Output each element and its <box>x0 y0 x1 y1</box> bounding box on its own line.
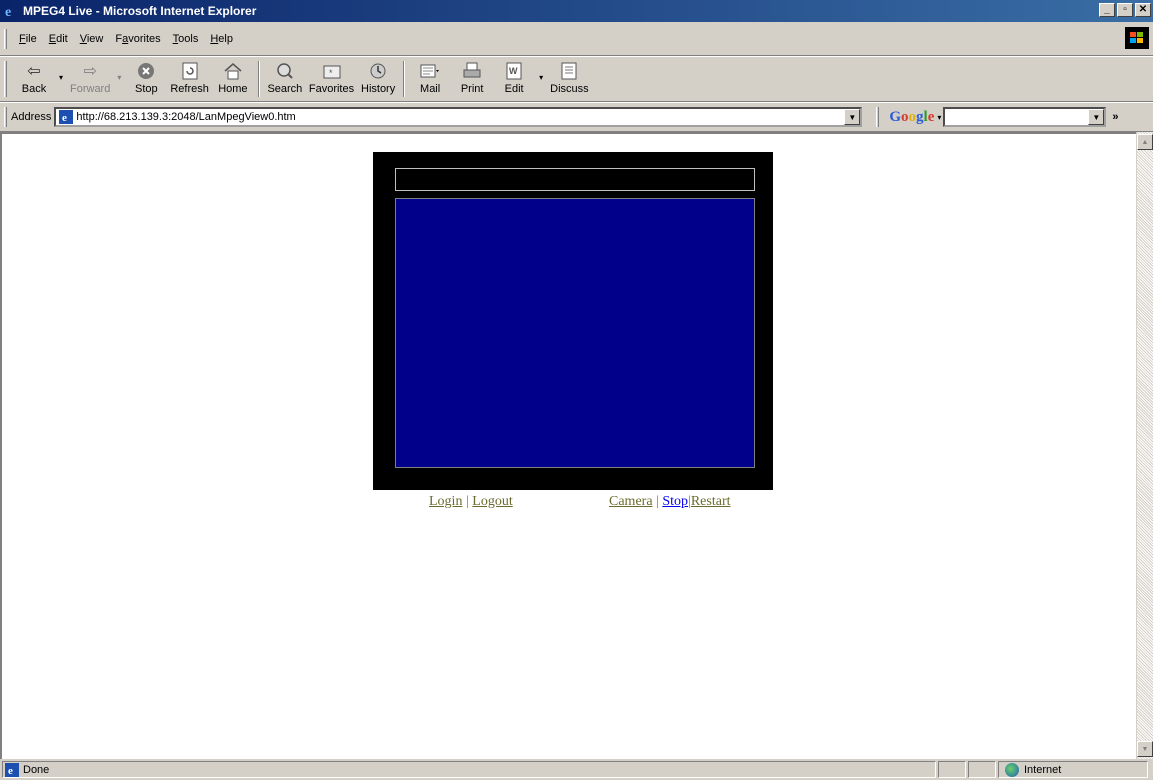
toolbar-overflow-chevron-icon[interactable]: » <box>1112 111 1118 123</box>
discuss-icon <box>558 61 580 81</box>
toolbar-grip[interactable] <box>876 107 880 127</box>
address-bar: Address e http://68.213.139.3:2048/LanMp… <box>0 102 1153 132</box>
word-edit-icon: W <box>503 61 525 81</box>
toolbar-separator <box>257 61 260 97</box>
refresh-icon <box>179 61 201 81</box>
status-text: Done <box>23 763 50 776</box>
google-search-dropdown-icon[interactable]: ▼ <box>1088 109 1105 125</box>
windows-logo-icon <box>1125 27 1149 49</box>
scroll-down-arrow-icon[interactable]: ▼ <box>1137 741 1153 757</box>
toolbar-grip[interactable] <box>4 28 7 49</box>
stop-button[interactable]: Stop <box>125 61 167 95</box>
ie-logo-icon: e <box>3 3 19 20</box>
minimize-button[interactable]: _ <box>1099 3 1115 17</box>
address-input[interactable]: e http://68.213.139.3:2048/LanMpegView0.… <box>54 107 863 127</box>
menu-tools[interactable]: Tools <box>167 33 205 45</box>
edit-dropdown-icon[interactable]: ▾ <box>535 73 547 82</box>
mail-button[interactable]: Mail <box>409 61 451 95</box>
video-display[interactable] <box>395 198 755 468</box>
back-arrow-icon: ⇦ <box>27 63 41 80</box>
mail-icon <box>419 61 441 81</box>
status-text-panel: e Done <box>2 761 936 778</box>
status-progress-panel <box>938 761 966 778</box>
back-button[interactable]: ⇦ Back <box>13 61 55 95</box>
menu-bar: File Edit View Favorites Tools Help <box>0 22 1153 56</box>
camera-links: Camera | Stop|Restart <box>609 494 731 510</box>
vertical-scrollbar[interactable]: ▲ ▼ <box>1136 132 1153 759</box>
security-zone-label: Internet <box>1024 763 1062 776</box>
ie-page-icon: e <box>59 110 74 124</box>
close-button[interactable]: ✕ <box>1135 3 1151 17</box>
google-logo[interactable]: Google <box>889 109 934 126</box>
home-icon <box>222 61 244 81</box>
mpeg4-video-player <box>373 152 773 490</box>
address-url: http://68.213.139.3:2048/LanMpegView0.ht… <box>76 111 296 123</box>
maximize-button[interactable]: ▫ <box>1117 3 1133 17</box>
refresh-button[interactable]: Refresh <box>167 61 212 95</box>
menu-view[interactable]: View <box>74 33 110 45</box>
address-label: Address <box>11 111 52 123</box>
toolbar-grip[interactable] <box>4 61 7 97</box>
menu-favorites[interactable]: Favorites <box>109 33 166 45</box>
google-toolbar: Google ▾ ▼ » <box>872 107 1119 127</box>
window-title: MPEG4 Live - Microsoft Internet Explorer <box>23 4 257 18</box>
svg-text:*: * <box>329 68 333 78</box>
login-link[interactable]: Login <box>429 494 462 509</box>
print-button[interactable]: Print <box>451 61 493 95</box>
restart-link[interactable]: Restart <box>691 494 731 509</box>
search-icon <box>274 61 296 81</box>
printer-icon <box>461 61 483 81</box>
favorites-icon: * <box>321 61 343 81</box>
security-zone-panel: Internet <box>998 761 1148 778</box>
window-controls: _ ▫ ✕ <box>1097 3 1151 17</box>
home-button[interactable]: Home <box>212 61 254 95</box>
logout-link[interactable]: Logout <box>472 494 512 509</box>
search-button[interactable]: Search <box>264 61 306 95</box>
toolbar-separator <box>403 61 406 97</box>
google-menu-dropdown-icon[interactable]: ▾ <box>937 113 941 122</box>
camera-link[interactable]: Camera <box>609 494 653 509</box>
menu-help[interactable]: Help <box>204 33 239 45</box>
internet-globe-icon <box>1005 762 1019 777</box>
link-separator: | <box>465 494 469 509</box>
discuss-button[interactable]: Discuss <box>547 61 592 95</box>
video-status-strip <box>395 168 755 191</box>
history-button[interactable]: History <box>357 61 399 95</box>
favorites-button[interactable]: * Favorites <box>306 61 357 95</box>
ie-page-icon: e <box>5 762 19 777</box>
status-security-panel <box>968 761 996 778</box>
toolbar-grip[interactable] <box>4 107 7 127</box>
svg-text:e: e <box>8 765 13 777</box>
title-bar: e MPEG4 Live - Microsoft Internet Explor… <box>0 0 1153 22</box>
menu-edit[interactable]: Edit <box>43 33 74 45</box>
edit-button[interactable]: W Edit <box>493 61 535 95</box>
svg-text:e: e <box>62 112 67 124</box>
stop-link[interactable]: Stop <box>662 494 688 509</box>
forward-arrow-icon: ⇨ <box>83 63 97 80</box>
status-bar: e Done Internet <box>0 759 1153 780</box>
google-search-input[interactable]: ▼ <box>943 107 1107 127</box>
menu-file[interactable]: File <box>13 33 43 45</box>
link-separator: | <box>656 494 659 509</box>
standard-toolbar: ⇦ Back ▾ ⇨ Forward ▾ Stop Refresh Home S… <box>0 56 1153 102</box>
address-dropdown-icon[interactable]: ▼ <box>844 109 861 125</box>
svg-text:e: e <box>5 5 11 19</box>
forward-dropdown-icon[interactable]: ▾ <box>113 73 125 82</box>
stop-icon <box>135 61 157 81</box>
forward-button[interactable]: ⇨ Forward <box>67 61 113 95</box>
back-dropdown-icon[interactable]: ▾ <box>55 73 67 82</box>
svg-text:W: W <box>509 66 518 76</box>
scroll-up-arrow-icon[interactable]: ▲ <box>1137 134 1153 150</box>
login-links: Login | Logout <box>429 494 513 510</box>
history-icon <box>367 61 389 81</box>
